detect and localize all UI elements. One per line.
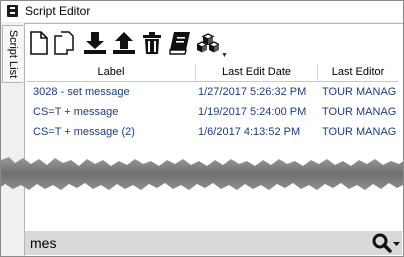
toolbar-overflow-caret-icon[interactable]: ▼ [221,52,228,59]
grid-header: Label Last Edit Date Last Editor [27,64,398,82]
row-label: CS=T + message [33,106,119,118]
row-date: 1/19/2017 5:24:00 PM [198,106,307,118]
objects-button[interactable] [197,31,219,55]
download-icon [84,32,106,54]
row-editor: TOUR MANAG [322,126,396,138]
new-script-button[interactable] [29,31,49,55]
toolbar: ▼ [25,24,403,62]
torn-edge-effect [1,157,403,190]
app-icon [7,5,18,17]
column-header-last-editor[interactable]: Last Editor [318,66,398,78]
search-bar [25,231,402,255]
script-list-panel: ▼ Label Last Edit Date Last Editor 3028 … [24,23,403,256]
library-button[interactable] [168,31,192,55]
search-dropdown-icon [372,233,400,253]
upload-button[interactable] [112,31,136,55]
row-label: CS=T + message (2) [33,126,135,138]
search-input[interactable] [27,233,360,253]
copy-icon [54,31,74,55]
tab-script-list[interactable]: Script List [2,25,23,83]
row-editor: TOUR MANAG [322,106,396,118]
cubes-icon [197,33,219,53]
row-date: 1/27/2017 5:26:32 PM [198,86,307,98]
upload-icon [113,32,135,54]
download-button[interactable] [83,31,107,55]
column-header-label[interactable]: Label [27,66,195,78]
row-date: 1/6/2017 4:13:52 PM [198,126,301,138]
new-document-icon [30,31,48,55]
tab-script-list-label: Script List [7,29,19,79]
trash-icon [143,32,161,54]
book-icon [169,32,190,55]
row-editor: TOUR MANAG [322,86,396,98]
table-row[interactable]: CS=T + message 1/19/2017 5:24:00 PM TOUR… [27,103,398,123]
delete-button[interactable] [142,31,162,55]
table-row[interactable]: 3028 - set message 1/27/2017 5:26:32 PM … [27,83,398,103]
table-row[interactable]: CS=T + message (2) 1/6/2017 4:13:52 PM T… [27,123,398,143]
script-editor-window: Script Editor Script List ▼ Label Last E… [0,0,404,257]
title-bar: Script Editor [1,1,403,22]
window-title: Script Editor [25,4,91,18]
row-label: 3028 - set message [33,86,130,98]
copy-button[interactable] [53,31,75,55]
search-button[interactable] [371,233,401,253]
column-header-last-edit-date[interactable]: Last Edit Date [196,66,317,78]
